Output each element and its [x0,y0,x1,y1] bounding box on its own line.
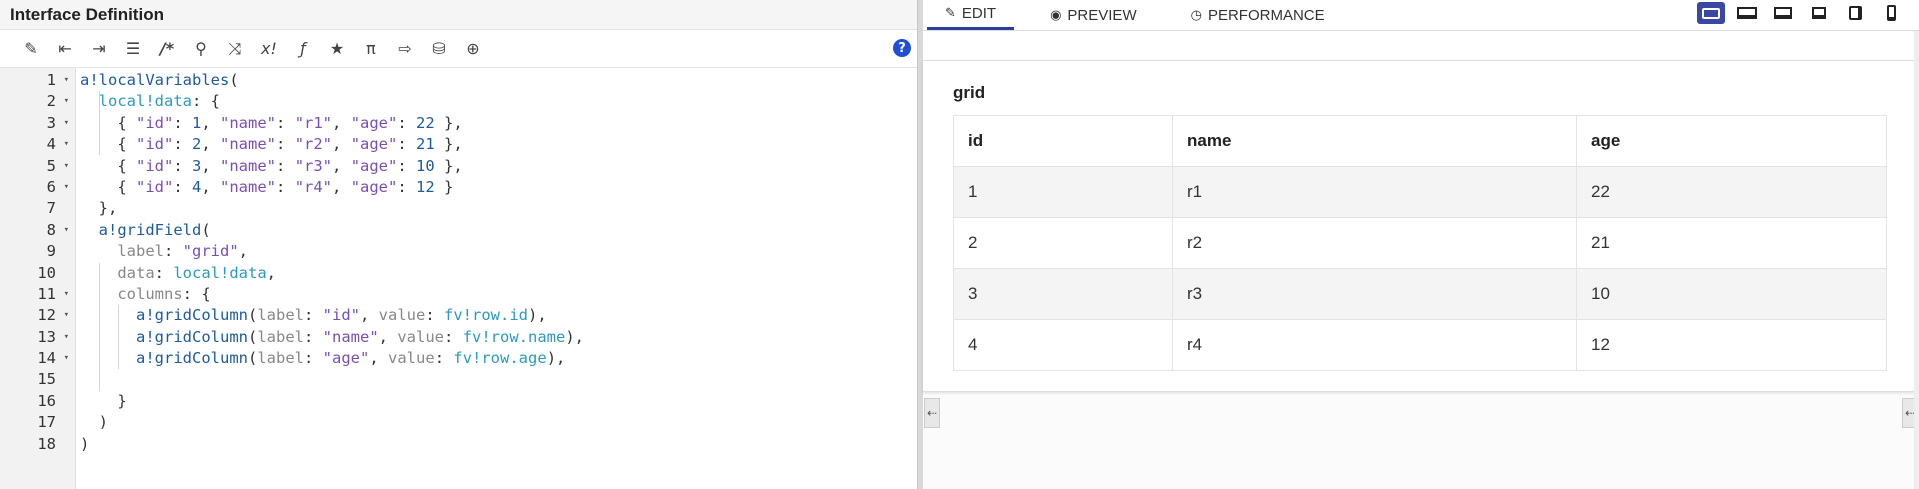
tab-preview[interactable]: ◉ PREVIEW [1032,0,1155,30]
function-icon[interactable]: ƒ [286,36,320,62]
superscript-icon[interactable]: x! [252,36,286,62]
fold-arrow-icon: ▾ [63,310,69,321]
export-icon[interactable]: ⇨ [388,36,422,62]
table-row: 1 r1 22 [953,166,1887,218]
device-switcher [1697,2,1905,24]
magic-wand-icon[interactable]: ✎ [14,36,48,62]
pi-icon[interactable]: π [354,36,388,62]
cell-id: 1 [953,166,1173,218]
cell-name: r3 [1172,268,1577,320]
shuffle-icon[interactable]: ⤨ [218,36,252,62]
line-number: 11 ▾ [0,284,75,305]
grid-header-row: id name age [953,115,1887,167]
line-number: 17 [37,413,56,432]
tab-performance[interactable]: ◷ PERFORMANCE [1173,0,1343,30]
search-icon[interactable]: ⚲ [184,36,218,62]
preview-panel: ✎ EDIT ◉ PREVIEW ◷ PERFORMANCE grid id n… [923,0,1919,489]
tablet-icon[interactable] [1841,2,1869,24]
fold-arrow-icon: ▾ [63,117,69,128]
desktop-wide-icon[interactable] [1733,2,1761,24]
code-area[interactable]: a!localVariables( local!data: { { "id": … [80,68,917,489]
cell-id: 4 [953,319,1173,371]
fold-arrow-icon: ▾ [63,353,69,364]
cell-age: 10 [1576,268,1887,320]
grid-label: grid [953,83,986,102]
column-header-id[interactable]: id [953,115,1173,167]
list-icon[interactable]: ☰ [116,36,150,62]
line-gutter: 1 ▾ 2 ▾ 3 ▾ 4 ▾ 5 ▾ 6 ▾ 7 8 ▾ 9 10 11 ▾ 12 ▾ 13 ▾ … [0,68,76,489]
column-header-age[interactable]: age [1576,115,1887,167]
fold-arrow-icon: ▾ [63,224,69,235]
outdent-icon[interactable]: ⇤ [48,36,82,62]
cell-id: 2 [953,217,1173,269]
code-lines: a!localVariables( local!data: { { "id": … [80,71,585,453]
fold-arrow-icon: ▾ [63,181,69,192]
code-editor[interactable]: 1 ▾ 2 ▾ 3 ▾ 4 ▾ 5 ▾ 6 ▾ 7 8 ▾ 9 10 11 ▾ 12 ▾ 13 ▾ … [0,68,917,489]
cell-age: 12 [1576,319,1887,371]
line-number: 5 ▾ [0,156,75,177]
table-row: 4 r4 12 [953,319,1887,371]
cell-age: 22 [1576,166,1887,218]
clock-icon: ◷ [1190,7,1202,23]
line-number: 4 ▾ [0,134,75,155]
line-number: 14 ▾ [0,348,75,369]
grid-table: id name age 1 r1 22 2 r2 21 3 r3 10 4 r4 [953,115,1887,371]
editor-title-bar: Interface Definition [0,0,917,30]
line-number: 1 ▾ [0,70,75,91]
line-number: 7 [46,199,56,218]
preview-subbar [923,31,1919,61]
line-number: 18 [37,434,56,453]
editor-toolbar: ✎ ⇤ ⇥ ☰ /* ⚲ ⤨ x! ƒ ★ π ⇨ ⛁ ⊕ ? [0,30,917,68]
scrollbar[interactable] [1914,31,1919,489]
table-row: 3 r3 10 [953,268,1887,320]
star-icon[interactable]: ★ [320,36,354,62]
database-search-icon[interactable]: ⛁ [422,36,456,62]
fold-arrow-icon: ▾ [63,160,69,171]
mode-tabs: ✎ EDIT ◉ PREVIEW ◷ PERFORMANCE [923,0,1919,31]
line-number: 9 [46,242,56,261]
comment-icon[interactable]: /* [150,36,184,62]
editor-title: Interface Definition [10,4,164,24]
cell-name: r1 [1172,166,1577,218]
line-number: 6 ▾ [0,177,75,198]
phone-icon[interactable] [1877,2,1905,24]
editor-panel: Interface Definition ✎ ⇤ ⇥ ☰ /* ⚲ ⤨ x! ƒ… [0,0,917,489]
line-number: 10 [37,263,56,282]
line-number: 2 ▾ [0,91,75,112]
indent-icon[interactable]: ⇥ [82,36,116,62]
fold-arrow-icon: ▾ [63,288,69,299]
laptop-icon[interactable] [1805,2,1833,24]
fold-arrow-icon: ▾ [63,96,69,107]
edit-icon: ✎ [945,6,956,21]
collapse-left-icon[interactable]: ⇠ [924,398,940,428]
fit-width-icon[interactable] [1697,2,1725,24]
desktop-icon[interactable] [1769,2,1797,24]
line-number: 16 [37,391,56,410]
help-icon[interactable]: ? [893,39,911,57]
line-number: 12 ▾ [0,305,75,326]
cell-age: 21 [1576,217,1887,269]
line-number: 13 ▾ [0,327,75,348]
table-row: 2 r2 21 [953,217,1887,269]
globe-icon[interactable]: ⊕ [456,36,490,62]
cell-id: 3 [953,268,1173,320]
cell-name: r4 [1172,319,1577,371]
cell-name: r2 [1172,217,1577,269]
line-number: 8 ▾ [0,220,75,241]
line-number: 3 ▾ [0,113,75,134]
fold-arrow-icon: ▾ [63,75,69,85]
eye-icon: ◉ [1050,7,1062,23]
fold-arrow-icon: ▾ [63,331,69,342]
preview-canvas: grid id name age 1 r1 22 2 r2 21 3 r3 10 [923,61,1915,392]
fold-arrow-icon: ▾ [63,139,69,150]
column-header-name[interactable]: name [1172,115,1577,167]
tab-edit[interactable]: ✎ EDIT [927,0,1015,30]
line-number: 15 [37,370,56,389]
